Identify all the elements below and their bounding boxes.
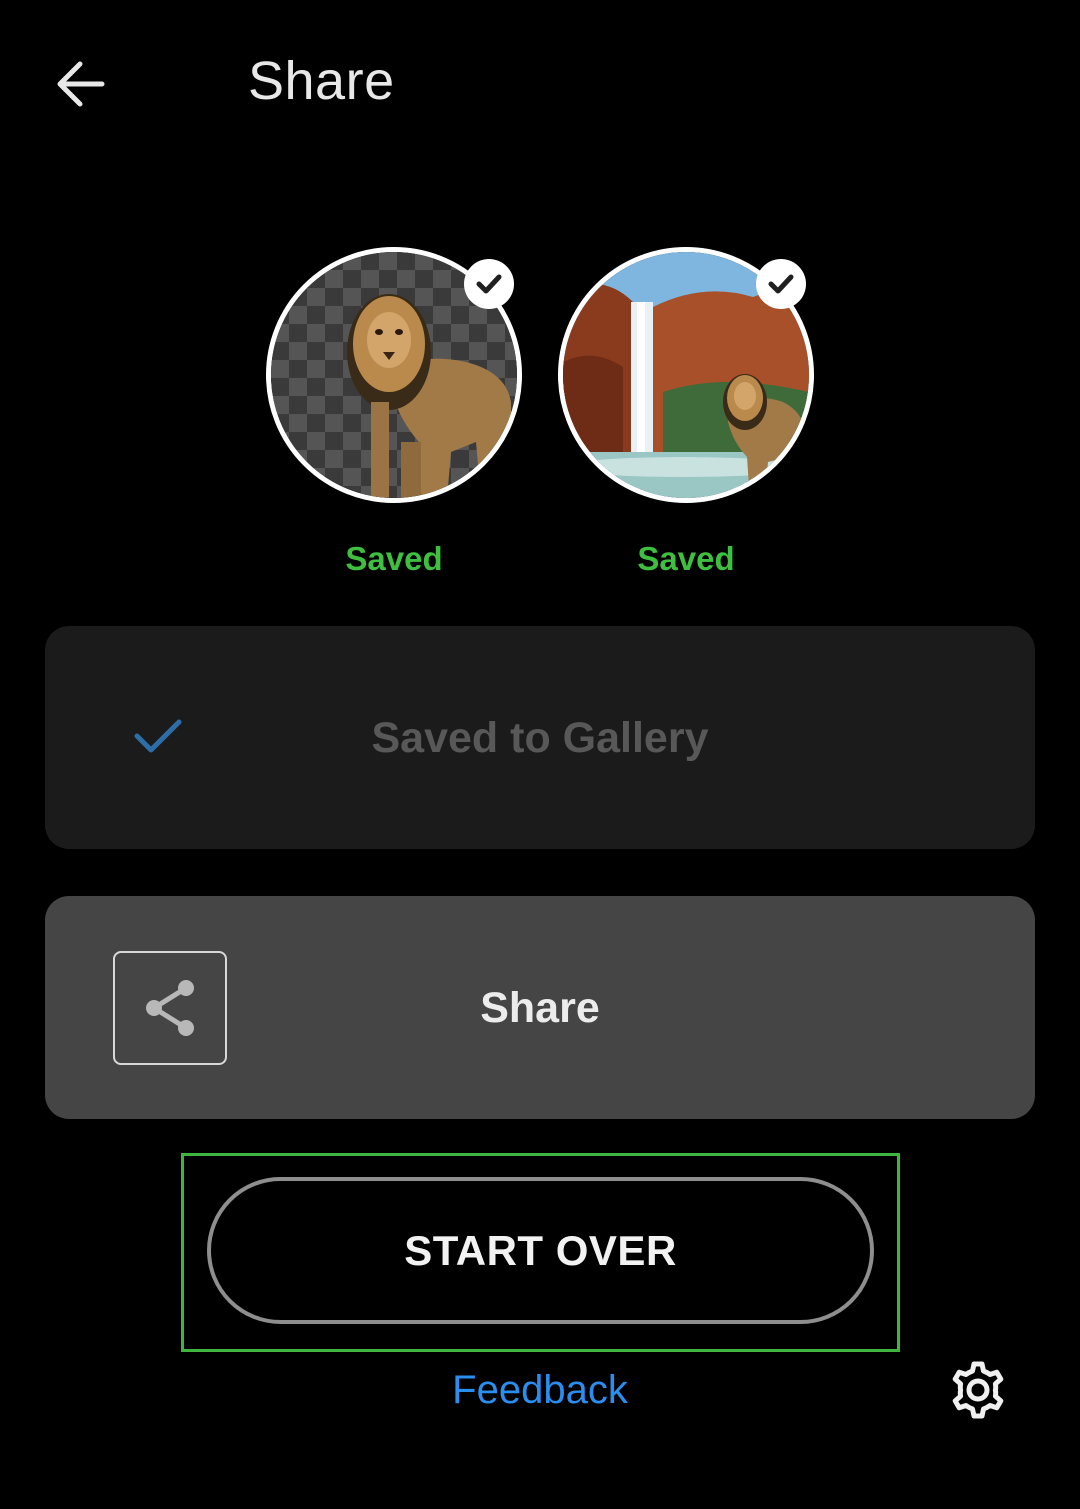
- back-button[interactable]: [40, 44, 120, 124]
- check-icon: [476, 274, 502, 294]
- saved-to-gallery-card: Saved to Gallery: [45, 626, 1035, 849]
- start-over-button[interactable]: START OVER: [207, 1177, 874, 1324]
- saved-check-badge: [756, 259, 806, 309]
- page-title: Share: [248, 51, 395, 111]
- thumbnail-cutout[interactable]: [266, 247, 522, 503]
- feedback-link[interactable]: Feedback: [0, 1368, 1080, 1413]
- thumbnail-composite[interactable]: [558, 247, 814, 503]
- saved-label: Saved: [345, 540, 443, 577]
- share-button[interactable]: Share: [45, 896, 1035, 1119]
- check-icon: [768, 274, 794, 294]
- settings-button[interactable]: [946, 1358, 1010, 1422]
- saved-label: Saved: [637, 540, 735, 577]
- arrow-left-icon: [57, 61, 105, 107]
- saved-check-badge: [464, 259, 514, 309]
- app-header: Share: [0, 0, 1080, 165]
- gear-icon: [952, 1361, 1004, 1419]
- start-over-label: START OVER: [404, 1226, 677, 1274]
- saved-to-gallery-label: Saved to Gallery: [371, 714, 709, 762]
- share-label: Share: [480, 984, 600, 1032]
